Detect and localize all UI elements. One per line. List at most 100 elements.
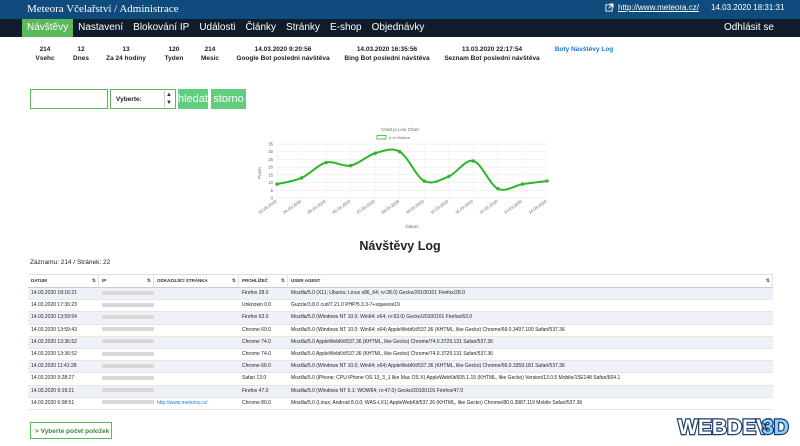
cell-date: 14.03.2020 18:16:21 bbox=[31, 290, 77, 296]
cell-date: 14.03.2020 17:36:23 bbox=[31, 302, 77, 309]
redacted-ip-bar bbox=[102, 388, 154, 393]
cell-browser: Safari 13.0 bbox=[242, 375, 267, 382]
column-header-user-agent[interactable]: USER AGENT ⇅ bbox=[288, 275, 773, 287]
app-title: Meteora Včelařství / Administrace bbox=[27, 3, 179, 15]
data-point bbox=[471, 159, 476, 163]
cell-ip bbox=[99, 398, 154, 409]
top-bar: Meteora Včelařství / Administrace http:/… bbox=[0, 0, 800, 19]
cell-ip bbox=[99, 361, 154, 372]
table-body: 14.03.2020 18:16:21 Firefox 28.0 Mozilla/5… bbox=[28, 288, 773, 410]
column-label: IP bbox=[102, 278, 107, 283]
cell-user-agent: Mozilla/5.0 AppleWebKit/537.36 (KHTML, l… bbox=[291, 350, 493, 357]
x-tick-label: 03.03.2020 bbox=[258, 198, 279, 215]
filter-select[interactable]: Vyberte: ▲ ▼ bbox=[110, 89, 176, 109]
visitors-chart: Chart.js Line Chart # of Visitors 0 5 10 15 20… bbox=[0, 120, 800, 230]
table-row: 14.03.2020 13:36:52 Chrome 74.0 Mozilla/5.… bbox=[28, 349, 773, 362]
column-header-browser[interactable]: PROHLÍŽEČ ⇅ bbox=[239, 275, 288, 287]
site-link-group[interactable]: http://www.meteora.cz/ bbox=[605, 3, 699, 12]
stat-seznam-bot: 13.03.2020 22:17:54 Seznam Bot posledni n… bbox=[444, 45, 539, 63]
sort-icon: ⇅ bbox=[91, 278, 96, 284]
stat-value: 214 bbox=[204, 46, 216, 53]
column-header-ip[interactable]: IP ⇅ bbox=[99, 275, 154, 287]
cell-user-agent: Mozilla/5.0 (Windows NT 10.0; Win64; x64… bbox=[291, 363, 565, 370]
menu-item-udalosti[interactable]: Události bbox=[194, 19, 240, 37]
current-datetime: 14.03.2020 18:31:31 bbox=[711, 3, 785, 12]
y-tick-label: 35 bbox=[268, 142, 273, 147]
cell-referrer bbox=[154, 300, 239, 311]
stat-label: Seznam Bot posledni návštěva bbox=[444, 55, 540, 62]
column-header-referrer[interactable]: ODKAZUJÍCÍ STRÁNKA ⇅ bbox=[154, 275, 239, 287]
column-label: DATUM bbox=[31, 278, 47, 283]
cell-referrer bbox=[154, 361, 239, 372]
cell-browser: Chrome 69.0 bbox=[242, 326, 271, 333]
cell-user-agent: Mozilla/5.0 (Windows NT 10.0; Win64; x64… bbox=[291, 314, 473, 321]
menu-item-stranky[interactable]: Stránky bbox=[281, 19, 325, 37]
cell-ip bbox=[99, 300, 154, 311]
stat-google-bot: 14.03.2020 9:20:56 Google Bot posledni ná… bbox=[236, 45, 329, 63]
search-input[interactable] bbox=[30, 89, 108, 109]
cell-date: 14.03.2020 9:28:27 bbox=[31, 375, 75, 382]
table-row: 14.03.2020 13:36:52 Chrome 74.0 Mozilla/5.… bbox=[28, 336, 773, 349]
cell-ip bbox=[99, 373, 154, 384]
stat-label: Mesic bbox=[200, 55, 220, 62]
legend-swatch bbox=[376, 135, 387, 140]
stat-value: 120 bbox=[168, 46, 180, 53]
stat-label[interactable]: Boty Návštěvy Log bbox=[555, 45, 614, 54]
cell-date: 14.03.2020 13:36:52 bbox=[31, 338, 77, 345]
bots-log-link[interactable]: Boty Návštěvy Log bbox=[555, 45, 614, 54]
x-tick-label: 09.03.2020 bbox=[405, 198, 426, 215]
stat-value: 14.03.2020 9:20:56 bbox=[254, 46, 312, 53]
data-point bbox=[348, 163, 353, 168]
cell-user-agent: Mozilla/5.0 (Windows NT 10.0; Win64; x64… bbox=[291, 326, 565, 333]
stat-today: 12 Dnes bbox=[73, 45, 89, 63]
table-row: 14.03.2020 17:36:23 Unknown 0.0 Guzzle/3.8… bbox=[28, 300, 773, 313]
menu-item-navstevy[interactable]: Návštěvy bbox=[22, 19, 74, 37]
redacted-ip-bar bbox=[102, 375, 154, 380]
logout-link[interactable]: Odhlásit se bbox=[724, 19, 774, 37]
cell-referrer bbox=[154, 349, 239, 360]
sort-icon: ⇅ bbox=[231, 278, 236, 284]
stat-label: Vsehc bbox=[35, 55, 55, 62]
visitors-line-chart: Chart.js Line Chart# of Visitors05101520… bbox=[257, 127, 549, 229]
webdev-3d-logo: WEBDEV 3D bbox=[677, 415, 790, 440]
table-row: 14.03.2020 6:08:51 http://www.meteora.cz/… bbox=[28, 398, 773, 410]
redacted-ip-bar bbox=[102, 302, 154, 307]
select-arrows-icon: ▲ ▼ bbox=[164, 91, 173, 107]
menu-item-nastaveni[interactable]: Nastavení bbox=[73, 19, 128, 37]
site-link[interactable]: http://www.meteora.cz/ bbox=[618, 3, 699, 12]
data-point bbox=[447, 174, 451, 179]
stat-month: 214 Mesic bbox=[201, 45, 219, 63]
logo-3d-text: 3D bbox=[762, 416, 789, 439]
data-point bbox=[373, 151, 377, 155]
stat-week: 120 Tyden bbox=[165, 45, 184, 63]
main-menu: Návštěvy Nastavení Blokování IP Události… bbox=[22, 19, 429, 37]
data-point bbox=[422, 179, 426, 183]
data-point bbox=[275, 182, 279, 186]
search-button[interactable]: hledat bbox=[178, 89, 208, 109]
menu-item-blokovani-ip[interactable]: Blokování IP bbox=[128, 19, 194, 37]
cell-date: 14.03.2020 11:41:28 bbox=[31, 363, 77, 370]
menu-item-objednavky[interactable]: Objednávky bbox=[367, 19, 430, 37]
page-size-select[interactable]: > Vyberte počet položek bbox=[30, 422, 112, 439]
cell-user-agent: Guzzle/3.8.0 curl/7.21.0 PHP/5.3.3-7+squ… bbox=[291, 302, 400, 309]
data-point bbox=[299, 176, 304, 180]
cell-ip bbox=[99, 337, 154, 348]
table-row: 14.03.2020 13:59:54 Firefox 63.0 Mozilla/5… bbox=[28, 312, 773, 325]
cell-referrer bbox=[154, 312, 239, 323]
menu-item-clanky[interactable]: Články bbox=[240, 19, 281, 37]
visitors-series-line bbox=[276, 148, 548, 191]
column-header-date[interactable]: DATUM ⇅ bbox=[28, 275, 99, 287]
filter-select-label: Vyberte: bbox=[116, 96, 142, 103]
column-label: USER AGENT bbox=[291, 278, 321, 283]
y-axis-label: Pocet bbox=[257, 167, 262, 179]
cell-browser: Firefox 47.0 bbox=[242, 387, 269, 394]
cell-user-agent: Mozilla/5.0 (Linux; Android 8.0.0; WAS-L… bbox=[291, 399, 583, 406]
reset-button[interactable]: storno bbox=[211, 89, 246, 109]
menu-item-eshop[interactable]: E-shop bbox=[325, 19, 367, 37]
cell-referrer[interactable]: http://www.meteora.cz/ bbox=[154, 398, 239, 409]
y-tick-label: 10 bbox=[268, 180, 273, 185]
redacted-ip-bar bbox=[102, 351, 154, 356]
table-row: 14.03.2020 13:59:43 Chrome 69.0 Mozilla/5.… bbox=[28, 325, 773, 337]
log-title: Návštěvy Log bbox=[359, 239, 441, 253]
cell-referrer bbox=[154, 373, 239, 384]
